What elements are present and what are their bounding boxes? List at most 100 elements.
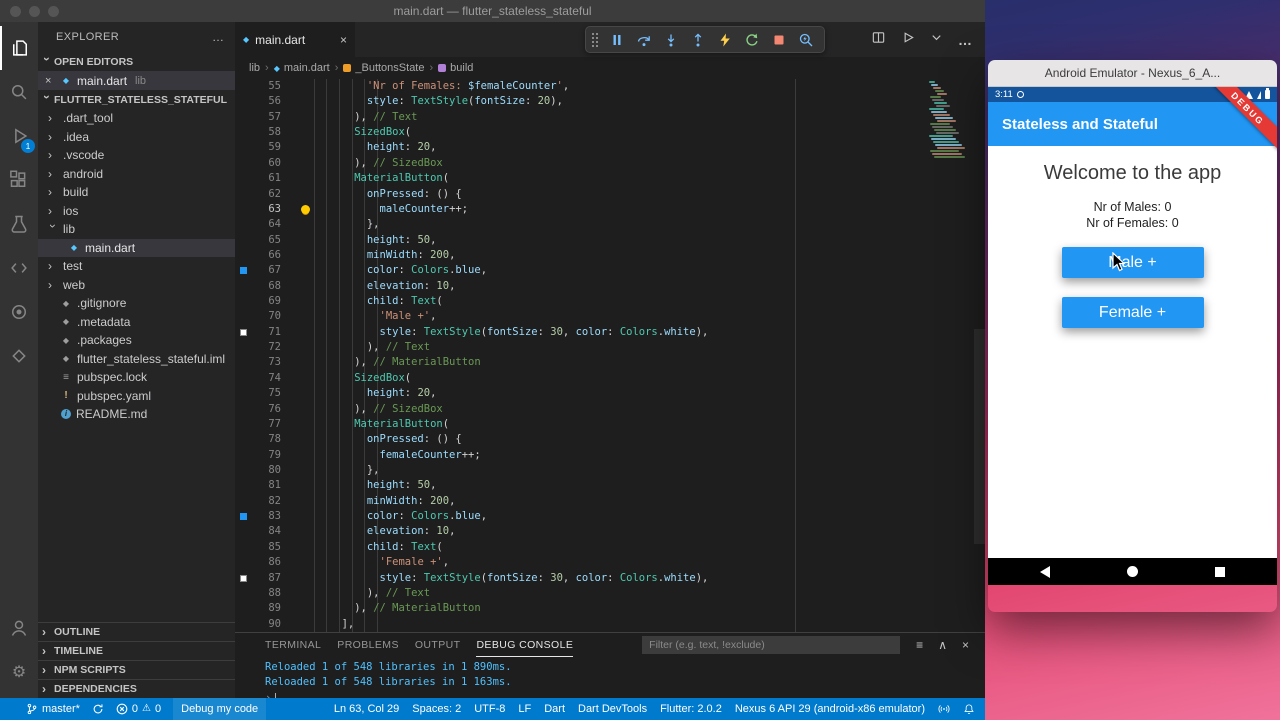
code-line-76[interactable]: 76 ), // SizedBox	[235, 402, 985, 417]
code-line-88[interactable]: 88 ), // Text	[235, 586, 985, 601]
gutter-margin[interactable]	[235, 540, 251, 555]
tree-folder-build[interactable]: › build	[38, 183, 235, 202]
code-line-85[interactable]: 85 child: Text(	[235, 540, 985, 555]
code-line-58[interactable]: 58 SizedBox(	[235, 125, 985, 140]
gutter-margin[interactable]	[235, 555, 251, 570]
gutter-margin[interactable]	[235, 325, 251, 340]
chevron-down-icon[interactable]	[929, 30, 944, 50]
tree-file-.gitignore[interactable]: ◆ .gitignore	[38, 294, 235, 313]
gutter-margin[interactable]	[235, 355, 251, 370]
close-editor-icon[interactable]: ×	[45, 75, 55, 87]
git-branch-item[interactable]: master*	[26, 703, 80, 715]
gutter-margin[interactable]	[235, 171, 251, 186]
code-line-81[interactable]: 81 height: 50,	[235, 478, 985, 493]
code-line-77[interactable]: 77 MaterialButton(	[235, 417, 985, 432]
console-filter-input[interactable]	[642, 636, 901, 654]
close-window-icon[interactable]	[10, 6, 21, 17]
split-editor-icon[interactable]	[871, 30, 886, 50]
notifications-item[interactable]	[963, 703, 975, 715]
tree-folder-web[interactable]: › web	[38, 276, 235, 295]
tree-file-README.md[interactable]: i README.md	[38, 405, 235, 424]
minimize-window-icon[interactable]	[29, 6, 40, 17]
drag-handle-icon[interactable]	[592, 32, 598, 47]
tree-folder-.idea[interactable]: › .idea	[38, 128, 235, 147]
gutter-margin[interactable]	[235, 110, 251, 125]
restart-button[interactable]	[740, 28, 764, 52]
code-line-70[interactable]: 70 'Male +',	[235, 309, 985, 324]
close-tab-icon[interactable]: ×	[340, 33, 347, 47]
male-plus-button[interactable]: Male +	[1061, 247, 1204, 278]
gutter-margin[interactable]	[235, 402, 251, 417]
language-mode-item[interactable]: Dart	[544, 703, 565, 715]
close-panel-icon[interactable]: ×	[962, 638, 969, 652]
gutter-margin[interactable]	[235, 187, 251, 202]
plugin-b-icon[interactable]	[0, 334, 38, 378]
tab-main-dart[interactable]: ◆ main.dart ×	[235, 22, 355, 57]
gutter-margin[interactable]	[235, 617, 251, 632]
zoom-window-icon[interactable]	[48, 6, 59, 17]
gutter-margin[interactable]	[235, 448, 251, 463]
code-line-73[interactable]: 73 ), // MaterialButton	[235, 355, 985, 370]
widget-inspector-button[interactable]	[794, 28, 818, 52]
gutter-margin[interactable]	[235, 524, 251, 539]
code-line-56[interactable]: 56 style: TextStyle(fontSize: 20),	[235, 94, 985, 109]
encoding-item[interactable]: UTF-8	[474, 703, 505, 715]
search-icon[interactable]	[0, 70, 38, 114]
code-line-57[interactable]: 57 ), // Text	[235, 110, 985, 125]
code-line-86[interactable]: 86 'Female +',	[235, 555, 985, 570]
gutter-margin[interactable]	[235, 340, 251, 355]
breadcrumb-buttons-state[interactable]: _ButtonsState	[343, 62, 424, 74]
gutter-margin[interactable]	[235, 125, 251, 140]
code-line-63[interactable]: 63 maleCounter++;	[235, 202, 985, 217]
gutter-margin[interactable]	[235, 217, 251, 232]
code-line-65[interactable]: 65 height: 50,	[235, 233, 985, 248]
gutter-margin[interactable]	[235, 156, 251, 171]
extensions-icon[interactable]	[0, 158, 38, 202]
tree-folder-lib[interactable]: › lib	[38, 220, 235, 239]
more-actions-icon[interactable]: …	[958, 32, 973, 48]
gutter-margin[interactable]	[235, 386, 251, 401]
code-line-71[interactable]: 71 style: TextStyle(fontSize: 30, color:…	[235, 325, 985, 340]
project-root-header[interactable]: › FLUTTER_STATELESS_STATEFUL	[38, 90, 235, 109]
code-line-74[interactable]: 74 SizedBox(	[235, 371, 985, 386]
gutter-margin[interactable]	[235, 463, 251, 478]
sync-changes-item[interactable]	[92, 703, 104, 715]
gutter-margin[interactable]	[235, 233, 251, 248]
back-icon[interactable]	[1040, 565, 1050, 578]
settings-gear-icon[interactable]: ⚙	[0, 650, 38, 694]
gutter-margin[interactable]	[235, 417, 251, 432]
gutter-margin[interactable]	[235, 494, 251, 509]
code-line-61[interactable]: 61 MaterialButton(	[235, 171, 985, 186]
section-timeline[interactable]: › TIMELINE	[38, 641, 235, 660]
code-line-79[interactable]: 79 femaleCounter++;	[235, 448, 985, 463]
open-editors-header[interactable]: › OPEN EDITORS	[38, 52, 235, 71]
tree-file-pubspec.yaml[interactable]: ! pubspec.yaml	[38, 387, 235, 406]
step-out-button[interactable]	[686, 28, 710, 52]
gutter-margin[interactable]	[235, 279, 251, 294]
tree-file-.packages[interactable]: ◆ .packages	[38, 331, 235, 350]
code-line-75[interactable]: 75 height: 20,	[235, 386, 985, 401]
plugin-a-icon[interactable]	[0, 290, 38, 334]
tree-folder-.dart_tool[interactable]: › .dart_tool	[38, 109, 235, 128]
section-outline[interactable]: › OUTLINE	[38, 622, 235, 641]
pause-button[interactable]	[605, 28, 629, 52]
code-brackets-icon[interactable]	[0, 246, 38, 290]
run-debug-icon[interactable]: 1	[0, 114, 38, 158]
code-editor[interactable]: 55 'Nr of Females: $femaleCounter', 56 st…	[235, 79, 985, 632]
home-icon[interactable]	[1127, 566, 1138, 577]
code-line-83[interactable]: 83 color: Colors.blue,	[235, 509, 985, 524]
tree-folder-ios[interactable]: › ios	[38, 202, 235, 221]
gutter-margin[interactable]	[235, 571, 251, 586]
emulator-title-bar[interactable]: Android Emulator - Nexus_6_A...	[988, 60, 1277, 87]
code-line-64[interactable]: 64 },	[235, 217, 985, 232]
maximize-panel-icon[interactable]: ∧	[938, 638, 947, 652]
gutter-margin[interactable]	[235, 202, 251, 217]
code-line-55[interactable]: 55 'Nr of Females: $femaleCounter',	[235, 79, 985, 94]
testing-icon[interactable]	[0, 202, 38, 246]
gutter-margin[interactable]	[235, 586, 251, 601]
section-npm-scripts[interactable]: › NPM SCRIPTS	[38, 660, 235, 679]
device-selector-item[interactable]: Nexus 6 API 29 (android-x86 emulator)	[735, 703, 925, 715]
tab-output[interactable]: OUTPUT	[415, 633, 461, 657]
code-line-66[interactable]: 66 minWidth: 200,	[235, 248, 985, 263]
tab-terminal[interactable]: TERMINAL	[265, 633, 321, 657]
